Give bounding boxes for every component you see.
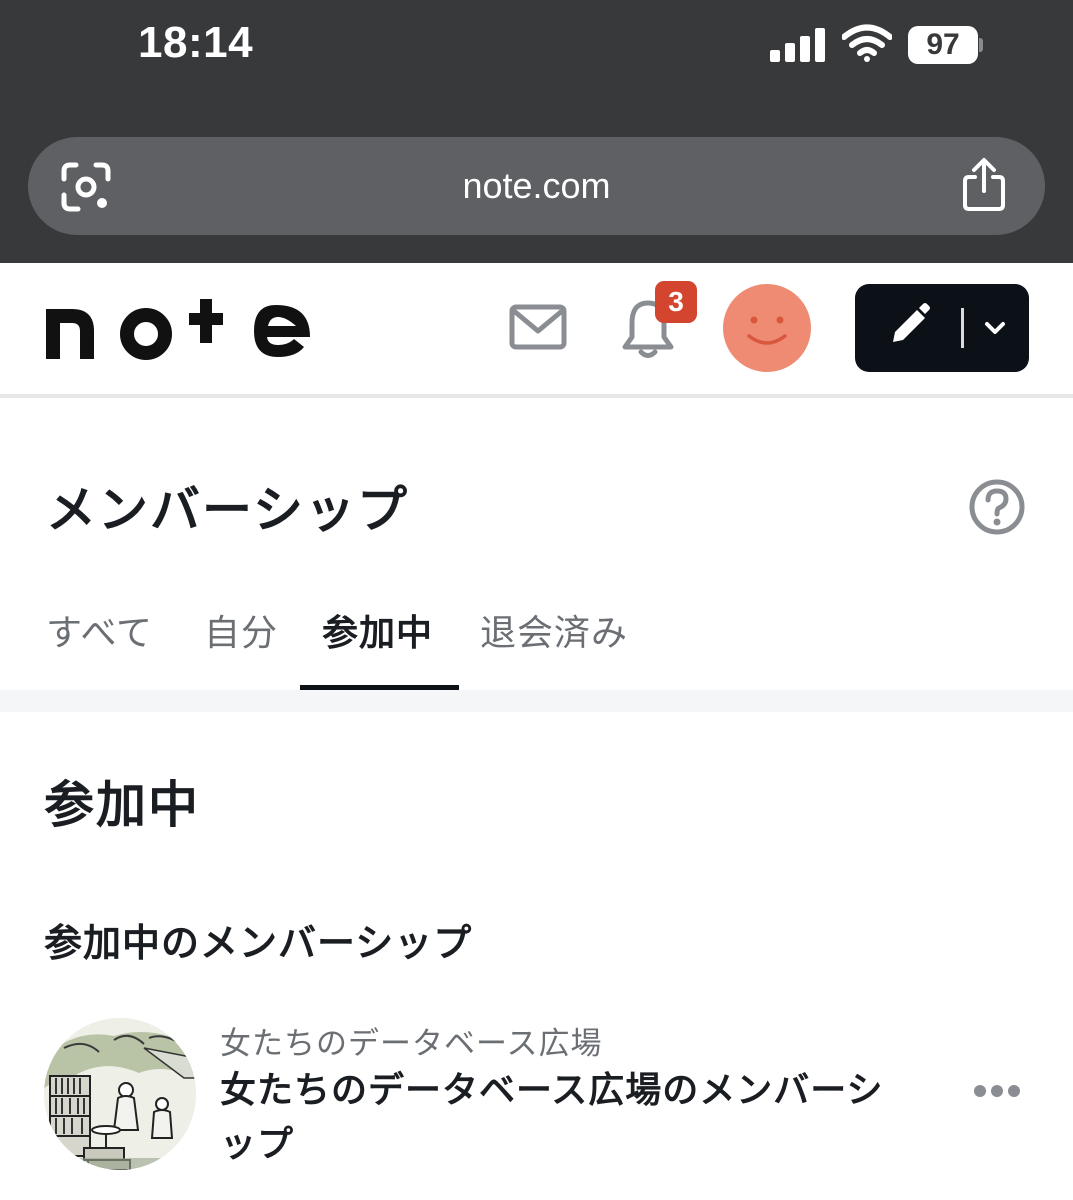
battery-tip: [979, 38, 983, 52]
creator-name[interactable]: 女たちのデータベース広場: [220, 1018, 602, 1063]
membership-plan-name[interactable]: 女たちのデータベース広場のメンバーシップ: [220, 1064, 920, 1172]
user-avatar[interactable]: [723, 284, 811, 372]
battery-indicator: 97: [908, 26, 978, 64]
question-circle-icon[interactable]: [968, 478, 1026, 536]
tab-joined[interactable]: 参加中: [322, 604, 433, 656]
section-heading: 参加中: [44, 776, 200, 834]
section-separator: [0, 690, 1073, 712]
browser-chrome: 18:14 97 note.com: [0, 0, 1073, 263]
membership-list-item[interactable]: 女たちのデータベース広場 女たちのデータベース広場のメンバーシップ: [0, 1010, 1073, 1200]
membership-tabs: すべて 自分 参加中 退会済み: [0, 590, 1073, 690]
page-title: メンバーシップ: [46, 481, 409, 539]
notification-badge[interactable]: 3: [655, 281, 697, 323]
mail-icon[interactable]: [508, 303, 568, 353]
smiley-avatar-icon: [747, 316, 787, 345]
address-bar[interactable]: note.com: [28, 137, 1045, 235]
cellular-signal-icon: [770, 28, 825, 62]
url-text[interactable]: note.com: [28, 165, 1045, 207]
pencil-icon: [893, 303, 930, 342]
wifi-icon: [842, 24, 892, 62]
post-button[interactable]: [855, 284, 1029, 372]
tab-mine[interactable]: 自分: [204, 604, 278, 656]
note-logo[interactable]: [42, 299, 314, 361]
tab-withdrawn[interactable]: 退会済み: [480, 604, 628, 656]
site-header: 3: [0, 263, 1073, 398]
sub-heading: 参加中のメンバーシップ: [44, 921, 473, 965]
more-horizontal-icon[interactable]: [972, 1076, 1022, 1106]
status-time: 18:14: [138, 18, 254, 67]
membership-thumbnail[interactable]: [44, 1018, 196, 1170]
share-icon[interactable]: [959, 157, 1009, 213]
tab-all[interactable]: すべて: [46, 604, 153, 656]
chevron-down-icon: [985, 322, 1005, 334]
